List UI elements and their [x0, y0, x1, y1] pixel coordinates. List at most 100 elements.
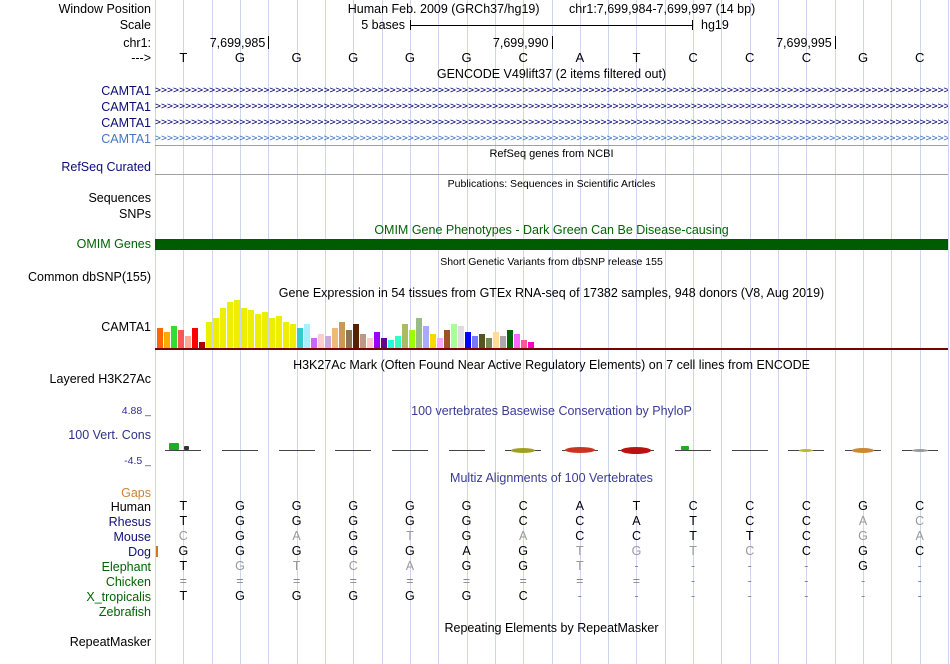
gtex-bar[interactable]: [318, 334, 324, 348]
gtex-bar[interactable]: [213, 318, 219, 348]
alignment-base: C: [518, 589, 528, 603]
gtex-bar[interactable]: [325, 336, 331, 348]
omim-gene-bar[interactable]: [155, 239, 948, 250]
gtex-bar[interactable]: [374, 332, 380, 348]
gtex-bar[interactable]: [276, 316, 282, 348]
gtex-bar[interactable]: [339, 322, 345, 348]
gtex-bar[interactable]: [514, 334, 520, 348]
alignment-base: -: [691, 589, 696, 603]
gtex-bar[interactable]: [486, 338, 492, 348]
gtex-bar[interactable]: [297, 328, 303, 348]
gtex-bar[interactable]: [262, 312, 268, 348]
gtex-bar[interactable]: [444, 330, 450, 348]
species-label[interactable]: Human: [0, 500, 151, 514]
species-label[interactable]: Dog: [0, 545, 151, 559]
refseq-curated-label[interactable]: RefSeq Curated: [0, 160, 151, 174]
gene-strand-arrows[interactable]: >>>>>>>>>>>>>>>>>>>>>>>>>>>>>>>>>>>>>>>>…: [155, 99, 948, 115]
gtex-bar[interactable]: [409, 330, 415, 348]
gtex-bar[interactable]: [304, 324, 310, 348]
gtex-bar[interactable]: [416, 318, 422, 348]
gtex-bar[interactable]: [185, 336, 191, 348]
gene-strand-arrows[interactable]: >>>>>>>>>>>>>>>>>>>>>>>>>>>>>>>>>>>>>>>>…: [155, 115, 948, 131]
alignment-base: C: [348, 559, 358, 573]
gtex-bar[interactable]: [500, 336, 506, 348]
alignment-base: T: [745, 529, 754, 543]
gtex-bar[interactable]: [395, 336, 401, 348]
gtex-bar[interactable]: [507, 330, 513, 348]
alignment-base: C: [745, 514, 755, 528]
gtex-bar[interactable]: [332, 328, 338, 348]
omim-track-label[interactable]: OMIM Genes: [0, 239, 151, 250]
gtex-bar[interactable]: [346, 330, 352, 348]
species-label[interactable]: Mouse: [0, 530, 151, 544]
gtex-bar[interactable]: [465, 332, 471, 348]
gtex-bar[interactable]: [402, 324, 408, 348]
alignment-base: A: [292, 529, 301, 543]
gtex-bar[interactable]: [269, 318, 275, 348]
gtex-bar[interactable]: [437, 338, 443, 348]
gtex-bar[interactable]: [381, 338, 387, 348]
gtex-bar[interactable]: [241, 308, 247, 348]
alignment-base: T: [179, 514, 188, 528]
gtex-bar[interactable]: [388, 340, 394, 348]
gtex-bar[interactable]: [171, 326, 177, 348]
gtex-bar[interactable]: [178, 330, 184, 348]
species-label[interactable]: X_tropicalis: [0, 590, 151, 604]
gtex-bar[interactable]: [164, 332, 170, 348]
gtex-bar[interactable]: [353, 324, 359, 348]
gtex-bar[interactable]: [360, 334, 366, 348]
alignment-row[interactable]: [155, 604, 948, 619]
gtex-bar[interactable]: [493, 332, 499, 348]
gtex-bar[interactable]: [451, 324, 457, 348]
gtex-bar[interactable]: [248, 310, 254, 348]
gaps-label[interactable]: Gaps: [0, 486, 151, 500]
gtex-bar[interactable]: [192, 328, 198, 348]
gtex-bar[interactable]: [220, 308, 226, 348]
gtex-bar[interactable]: [234, 300, 240, 348]
sequences-track-row: Sequences: [0, 191, 950, 205]
alignment-base: G: [631, 544, 642, 558]
gtex-bar[interactable]: [157, 328, 163, 348]
h3k27ac-track-label[interactable]: Layered H3K27Ac: [0, 372, 151, 386]
dbsnp-track-label[interactable]: Common dbSNP(155): [0, 270, 151, 284]
gtex-bar[interactable]: [479, 334, 485, 348]
gtex-bar[interactable]: [255, 314, 261, 348]
species-label[interactable]: Rhesus: [0, 515, 151, 529]
alignment-base: C: [801, 529, 811, 543]
gtex-bar[interactable]: [227, 302, 233, 348]
conservation-track-label[interactable]: 100 Vert. Cons: [0, 428, 151, 442]
gtex-track-label[interactable]: CAMTA1: [0, 320, 151, 334]
gene-strand-arrows[interactable]: >>>>>>>>>>>>>>>>>>>>>>>>>>>>>>>>>>>>>>>>…: [155, 131, 948, 147]
species-label[interactable]: Chicken: [0, 575, 151, 589]
gene-strand-arrows[interactable]: >>>>>>>>>>>>>>>>>>>>>>>>>>>>>>>>>>>>>>>>…: [155, 83, 948, 99]
gtex-bar[interactable]: [283, 322, 289, 348]
gtex-bar[interactable]: [528, 342, 534, 348]
species-label[interactable]: Elephant: [0, 560, 151, 574]
alignment-base: -: [804, 589, 809, 603]
alignment-base: A: [915, 529, 924, 543]
gtex-bar[interactable]: [472, 336, 478, 348]
gtex-bar[interactable]: [458, 326, 464, 348]
gtex-bar[interactable]: [521, 340, 527, 348]
gtex-bar[interactable]: [199, 342, 205, 348]
repeatmasker-track-label[interactable]: RepeatMasker: [0, 635, 151, 649]
gene-label[interactable]: CAMTA1: [0, 84, 151, 98]
gtex-bar[interactable]: [367, 338, 373, 348]
alignment-base: A: [858, 514, 868, 528]
sequences-track-label[interactable]: Sequences: [0, 191, 151, 205]
alignment-base: -: [691, 559, 696, 573]
gtex-bar[interactable]: [423, 326, 429, 348]
snps-track-label[interactable]: SNPs: [0, 207, 151, 221]
gtex-bar[interactable]: [206, 322, 212, 348]
species-label[interactable]: Zebrafish: [0, 605, 151, 619]
gtex-bar[interactable]: [311, 338, 317, 348]
publications-header: Publications: Sequences in Scientific Ar…: [447, 178, 656, 190]
gtex-bar[interactable]: [290, 324, 296, 348]
h3k27ac-header: H3K27Ac Mark (Often Found Near Active Re…: [293, 358, 810, 372]
gtex-bar[interactable]: [430, 334, 436, 348]
gene-label[interactable]: CAMTA1: [0, 116, 151, 130]
gene-label[interactable]: CAMTA1: [0, 100, 151, 114]
conservation-max-label: 4.88 _: [121, 405, 151, 417]
gene-label[interactable]: CAMTA1: [0, 132, 151, 146]
alignment-base: =: [576, 574, 584, 588]
